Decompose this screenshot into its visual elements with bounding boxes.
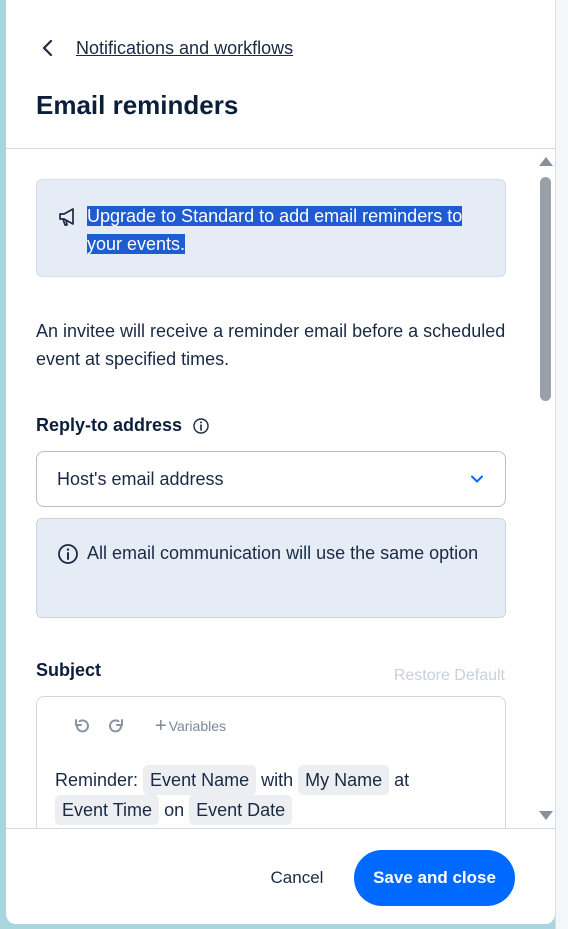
reply-to-note-text: All email communication will use the sam… — [87, 543, 479, 563]
subject-editor[interactable]: + Variables Reminder: Event Name with My… — [36, 696, 506, 829]
upgrade-banner-text: Upgrade to Standard to add email reminde… — [87, 202, 487, 258]
reply-to-label: Reply-to address — [36, 415, 183, 435]
subject-label: Subject — [36, 660, 102, 680]
upgrade-banner: Upgrade to Standard to add email reminde… — [36, 179, 506, 277]
undo-icon[interactable] — [71, 715, 93, 737]
save-and-close-button[interactable]: Save and close — [354, 850, 515, 906]
scrollbar[interactable] — [536, 149, 555, 829]
reminder-description: An invitee will receive a reminder email… — [36, 321, 506, 369]
cancel-button[interactable]: Cancel — [254, 857, 340, 899]
variable-chip-event-time[interactable]: Event Time — [55, 795, 160, 825]
variables-button[interactable]: + Variables — [155, 715, 227, 737]
variable-chip-event-name[interactable]: Event Name — [143, 765, 257, 795]
reply-to-info-note: All email communication will use the sam… — [36, 518, 506, 618]
email-reminders-panel: Notifications and workflows Email remind… — [6, 0, 555, 924]
reply-to-select[interactable]: Host's email address — [36, 451, 506, 507]
variable-chip-my-name[interactable]: My Name — [298, 765, 390, 795]
chevron-left-icon[interactable] — [36, 36, 60, 60]
plus-icon: + — [155, 715, 167, 737]
reply-to-selected-value: Host's email address — [57, 468, 224, 489]
variables-label: Variables — [168, 718, 227, 734]
scrollbar-thumb[interactable] — [540, 177, 551, 401]
megaphone-icon — [57, 206, 79, 228]
subject-text-part: Reminder: — [55, 770, 139, 790]
scroll-down-arrow-icon[interactable] — [539, 811, 553, 820]
subject-text[interactable]: Reminder: Event Name with My Name at Eve… — [55, 765, 475, 825]
info-icon — [57, 543, 79, 565]
redo-icon[interactable] — [105, 715, 127, 737]
chevron-down-icon — [469, 471, 485, 487]
scroll-up-arrow-icon[interactable] — [539, 157, 553, 166]
window-edge — [555, 0, 568, 929]
footer-divider — [6, 828, 555, 829]
breadcrumb: Notifications and workflows — [36, 36, 293, 60]
subject-text-part: on — [164, 800, 185, 820]
subject-text-part: with — [261, 770, 294, 790]
back-link-notifications[interactable]: Notifications and workflows — [76, 38, 293, 59]
variable-chip-event-date[interactable]: Event Date — [189, 795, 293, 825]
reply-to-label-row: Reply-to address — [36, 415, 210, 436]
content-scroll-area: Upgrade to Standard to add email reminde… — [6, 149, 536, 829]
subject-text-part: at — [394, 770, 410, 790]
restore-default-button[interactable]: Restore Default — [394, 667, 505, 685]
editor-toolbar: + Variables — [71, 715, 226, 737]
info-icon[interactable] — [192, 417, 210, 435]
page-title: Email reminders — [36, 90, 239, 120]
upgrade-text-selection: Upgrade to Standard to add email reminde… — [87, 206, 463, 254]
